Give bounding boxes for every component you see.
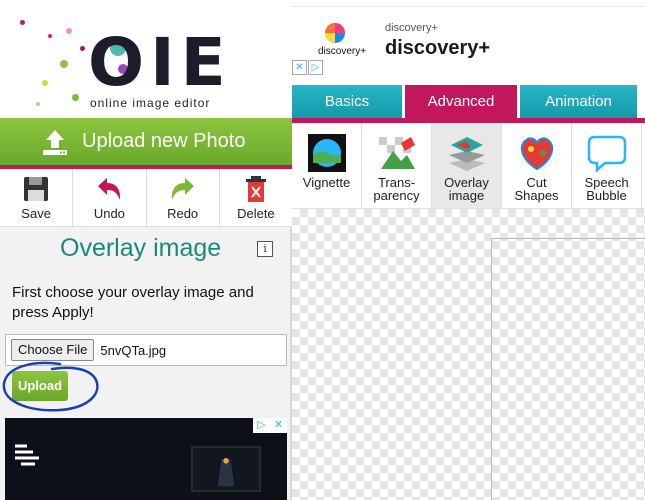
image-canvas[interactable] [491,238,645,500]
splatter-dot [20,20,25,25]
panel-title: Overlay image [60,234,222,262]
layers-icon [448,137,485,171]
splatter-dot [36,102,40,106]
ad-video-thumbnail [191,446,261,492]
editor-area: discovery+ discovery+ discovery+ ✕ ▷ Bas… [292,0,645,500]
splatter-dot [48,34,52,38]
splatter-dot [80,46,85,51]
ad-logo-icon [15,444,39,466]
ad-close-icon[interactable]: ✕ [270,418,287,433]
undo-label: Undo [93,206,125,221]
speech-bubble-icon [587,135,626,173]
hand-drawn-circle-annotation [2,361,99,412]
ad-controls[interactable]: ✕ ▷ [292,60,324,75]
road-scene-icon [217,458,235,487]
save-label: Save [21,206,51,221]
delete-button[interactable]: Delete [220,169,292,226]
divider [292,6,645,7]
tab-basics[interactable]: Basics [292,85,402,118]
advertisement[interactable]: ▷ ✕ [5,418,287,500]
speech-bubble-button[interactable]: Speech Bubble [572,123,642,208]
cut-shapes-button[interactable]: Cut Shapes [502,123,572,208]
vignette-button[interactable]: Vignette [292,123,362,208]
ad-controls[interactable]: ▷ ✕ [253,418,287,433]
effects-toolbar: Vignette Trans- parency Overlay image Cu… [292,123,645,209]
ad-info-icon[interactable]: ▷ [308,60,323,75]
redo-button[interactable]: Redo [147,169,220,226]
discovery-globe-icon [325,23,345,43]
logo-subtitle: online image editor [90,96,211,110]
ad-info-icon[interactable]: ▷ [253,418,270,433]
logo[interactable]: OIE online image editor [0,0,292,118]
ad-brand-sub: discovery+ [385,22,438,34]
vignette-icon [307,134,346,172]
overlay-image-button[interactable]: Overlay image [432,123,502,208]
delete-label: Delete [237,206,275,221]
splatter-dot [72,94,79,101]
undo-arrow-icon [98,178,121,200]
splatter-dot [42,80,48,86]
toolbar: Save Undo Redo Delete [0,169,292,227]
upload-new-photo-button[interactable]: Upload new Photo [0,118,292,165]
ad-brand-title: discovery+ [385,37,491,59]
upload-icon [43,129,67,155]
undo-button[interactable]: Undo [73,169,147,226]
splatter-dot [66,28,72,34]
floppy-disk-icon [24,177,49,201]
splatter-dot [60,60,68,68]
ad-brand-small: discovery+ [318,46,367,57]
transparency-icon [378,137,415,169]
top-advertisement[interactable]: discovery+ discovery+ discovery+ ✕ ▷ [292,0,645,78]
save-button[interactable]: Save [0,169,74,226]
redo-arrow-icon [171,178,194,200]
redo-label: Redo [167,206,199,221]
choose-file-button[interactable]: Choose File [11,339,95,361]
upload-new-photo-label: Upload new Photo [82,130,246,152]
file-name: 5nvQTa.jpg [100,342,167,358]
instruction-text: First choose your overlay image and pres… [12,284,254,321]
heart-shape-icon [520,137,553,171]
tab-advanced[interactable]: Advanced [405,85,517,118]
vignette-label: Vignette [302,175,351,190]
left-panel: OIE online image editor Upload new Photo… [0,0,292,500]
cut-shapes-label: Cut Shapes [514,175,559,203]
tab-animation[interactable]: Animation [520,85,637,118]
logo-letters: OIE [88,24,232,101]
ad-close-icon[interactable]: ✕ [292,60,307,75]
info-icon[interactable]: i [257,241,273,257]
transparency-button[interactable]: Trans- parency [362,123,432,208]
trash-icon [245,176,266,202]
speech-bubble-label: Speech Bubble [584,175,629,203]
transparency-label: Trans- parency [373,175,420,203]
overlay-image-label: Overlay image [444,175,489,203]
tab-bar: Basics Advanced Animation [292,85,645,118]
